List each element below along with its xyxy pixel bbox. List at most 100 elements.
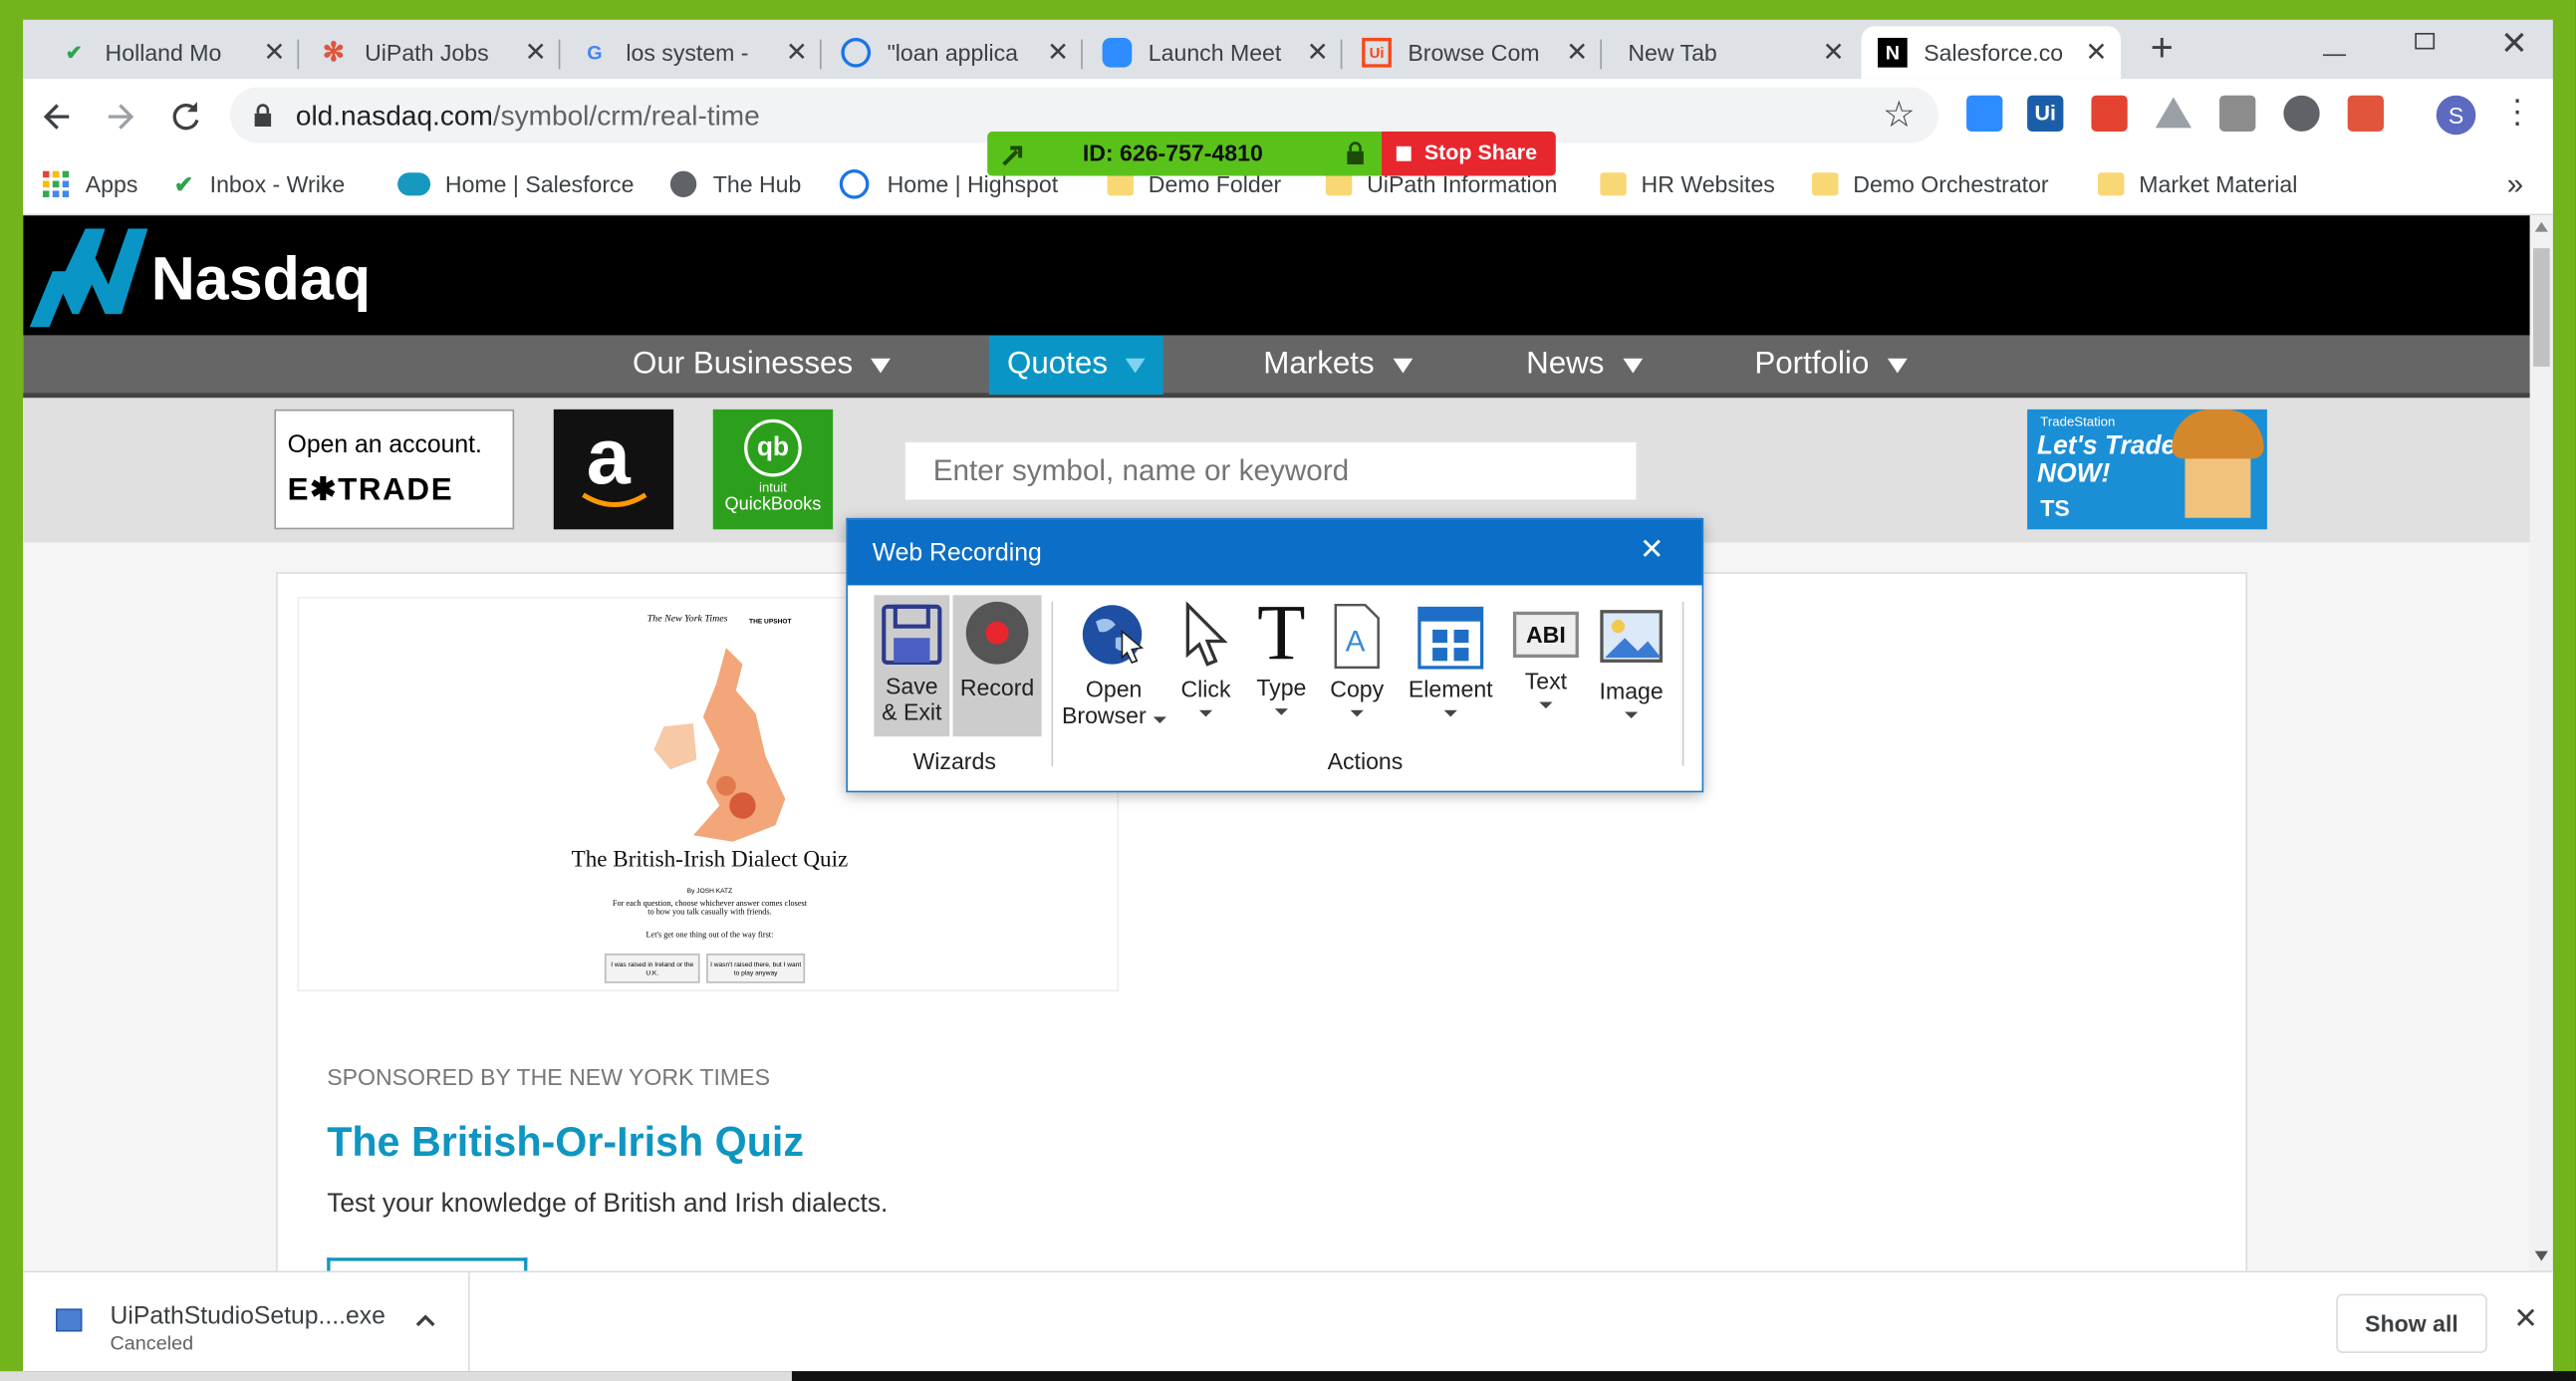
tradestation-ad[interactable]: TradeStation Let's Trade NOW! TS — [2027, 409, 2267, 530]
dialog-title: Web Recording — [872, 539, 1042, 568]
uipath-extension-icon[interactable]: Ui — [2027, 95, 2064, 132]
actions-group-label: Actions — [1327, 747, 1404, 775]
dropdown-triangle-icon — [1126, 357, 1146, 373]
save-exit-button[interactable]: Save & Exit — [874, 595, 950, 737]
back-icon[interactable] — [40, 99, 76, 135]
show-all-button[interactable]: Show all — [2336, 1293, 2487, 1353]
browser-tab[interactable]: Ui Browse Com ✕ — [1346, 26, 1602, 79]
image-button[interactable]: Image — [1590, 595, 1672, 736]
lock-icon — [254, 104, 272, 128]
bookmark-hr-websites[interactable]: HR Websites — [1600, 166, 1775, 202]
record-button[interactable]: Record — [952, 595, 1042, 737]
tab-close-icon[interactable]: ✕ — [1043, 36, 1073, 69]
nav-label: Markets — [1263, 347, 1375, 382]
tab-close-icon[interactable]: ✕ — [782, 36, 812, 69]
new-tab-button[interactable]: + — [2143, 26, 2183, 72]
scroll-thumb[interactable] — [2533, 248, 2550, 367]
tab-close-icon[interactable]: ✕ — [1562, 36, 1592, 69]
etrade-ad[interactable]: Open an account. E✱TRADE — [274, 409, 515, 530]
scrollbar-track[interactable] — [2529, 215, 2553, 1271]
pin-arrow-icon[interactable] — [1000, 141, 1026, 167]
browser-tab[interactable]: New Tab ✕ — [1605, 26, 1858, 79]
globe-cursor-icon — [1082, 605, 1145, 665]
nav-item-our-businesses[interactable]: Our Businesses — [605, 336, 918, 395]
nav-item-markets[interactable]: Markets — [1235, 336, 1439, 395]
element-button[interactable]: Element — [1400, 595, 1501, 736]
close-window-button[interactable]: ✕ — [2500, 23, 2533, 62]
element-label: Element — [1408, 676, 1493, 702]
drive-extension-icon[interactable] — [2155, 97, 2192, 129]
type-button[interactable]: T Type — [1245, 594, 1318, 736]
browser-tab[interactable]: N Salesforce.co ✕ — [1861, 26, 2122, 80]
minimize-button[interactable] — [2322, 26, 2347, 57]
dialog-close-icon[interactable]: ✕ — [1640, 533, 1665, 568]
nav-item-quotes[interactable]: Quotes — [988, 335, 1164, 395]
article-description: Test your knowledge of British and Irish… — [327, 1190, 889, 1219]
todoist-extension-icon[interactable] — [2091, 95, 2128, 132]
tab-separator — [1340, 39, 1343, 70]
forward-icon[interactable] — [102, 99, 137, 135]
folder-icon — [1325, 172, 1353, 196]
tab-close-icon[interactable]: ✕ — [260, 36, 290, 69]
restore-button[interactable] — [2415, 33, 2436, 50]
open-browser-button[interactable]: Open Browser — [1061, 595, 1166, 736]
url-host: old.nasdaq.com — [295, 100, 493, 132]
quickbooks-ad[interactable]: qb intuit QuickBooks — [712, 409, 834, 530]
bookmark-salesforce[interactable]: Home | Salesforce — [397, 166, 634, 202]
browser-tab[interactable]: Launch Meet ✕ — [1086, 26, 1343, 79]
dropdown-caret-icon — [1350, 709, 1364, 717]
article-title[interactable]: The British-Or-Irish Quiz — [327, 1120, 804, 1168]
download-item[interactable]: UiPathStudioSetup....exe Canceled — [23, 1272, 470, 1373]
click-button[interactable]: Click — [1169, 595, 1242, 736]
read-more-button[interactable] — [327, 1257, 528, 1271]
scroll-up-arrow[interactable] — [2534, 221, 2548, 232]
globe-icon — [669, 170, 697, 197]
bookmark-apps[interactable]: Apps — [42, 166, 138, 202]
reload-icon[interactable] — [167, 99, 203, 135]
bookmark-market-material[interactable]: Market Material — [2098, 166, 2297, 202]
bookmarks-overflow-button[interactable]: » — [2507, 166, 2524, 202]
symbol-search-input[interactable] — [903, 440, 1639, 502]
tradestation-headline-2: NOW! — [2037, 460, 2111, 489]
installer-file-icon — [56, 1308, 83, 1332]
stop-share-button[interactable]: Stop Share — [1381, 132, 1556, 176]
taskbar-highlight — [0, 1371, 792, 1381]
zoom-extension-icon[interactable] — [1966, 95, 2003, 132]
bookmark-demo-orchestrator[interactable]: Demo Orchestrator — [1812, 166, 2049, 202]
scroll-down-arrow[interactable] — [2534, 1250, 2548, 1261]
browser-tab[interactable]: ✻ UiPath Jobs ✕ — [302, 26, 561, 79]
nasdaq-logo-icon — [29, 228, 148, 328]
web-recording-dialog: Web Recording ✕ Save & Exit Record Wizar… — [846, 517, 1704, 793]
copy-button[interactable]: A Copy — [1321, 595, 1394, 736]
nav-item-news[interactable]: News — [1498, 336, 1670, 395]
dropdown-triangle-icon — [1887, 357, 1908, 373]
tab-close-icon[interactable]: ✕ — [2082, 36, 2112, 69]
dropdown-caret-icon — [1443, 709, 1457, 717]
bookmark-the-hub[interactable]: The Hub — [669, 166, 801, 202]
text-button[interactable]: ABI Text — [1508, 595, 1584, 736]
browser-tab[interactable]: "loan applica ✕ — [825, 26, 1083, 79]
menu-icon[interactable]: · · · — [2512, 84, 2523, 139]
amazon-ad[interactable]: a — [553, 409, 674, 530]
browser-tab[interactable]: Glos system - ✕ — [564, 26, 822, 79]
chevron-up-icon[interactable] — [414, 1312, 437, 1329]
floppy-save-icon — [882, 604, 942, 666]
pdf-extension-icon[interactable] — [2347, 95, 2384, 132]
circle-extension-icon[interactable] — [2283, 95, 2320, 132]
avatar[interactable]: S — [2436, 95, 2476, 136]
thumb-option-2: I wasn't raised there, but I want to pla… — [706, 954, 806, 983]
dropdown-triangle-icon — [871, 357, 892, 373]
dropdown-triangle-icon — [1622, 357, 1643, 373]
tab-close-icon[interactable]: ✕ — [521, 36, 551, 69]
close-downloads-icon[interactable]: ✕ — [2513, 1302, 2538, 1337]
bookmark-extension-icon[interactable] — [2219, 95, 2256, 132]
stop-square-icon — [1396, 145, 1412, 161]
bookmark-wrike[interactable]: ✔ Inbox - Wrike — [174, 166, 345, 202]
tab-close-icon[interactable]: ✕ — [1819, 36, 1849, 69]
group-divider — [1051, 601, 1054, 766]
tab-close-icon[interactable]: ✕ — [1303, 36, 1333, 69]
nav-item-portfolio[interactable]: Portfolio — [1726, 336, 1934, 395]
wrike-check-icon: ✔ — [173, 169, 194, 197]
star-icon[interactable]: ☆ — [1883, 94, 1916, 137]
browser-tab[interactable]: ✔ Holland Mo ✕ — [43, 26, 300, 79]
